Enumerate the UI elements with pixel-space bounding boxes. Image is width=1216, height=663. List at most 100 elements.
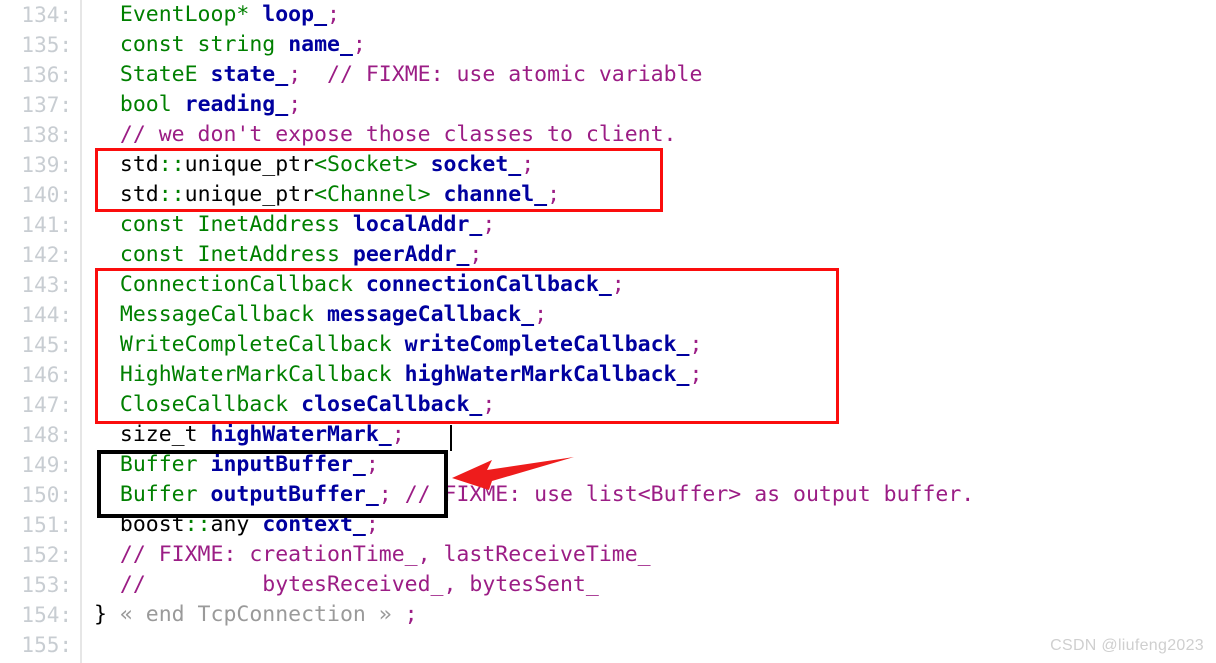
code-token: HighWaterMarkCallback — [119, 362, 392, 387]
code-token: const InetAddress — [119, 212, 340, 237]
watermark: CSDN @liufeng2023 — [1050, 637, 1204, 654]
code-token: ; — [327, 2, 340, 27]
code-token: ; — [521, 152, 535, 177]
code-token: :: — [158, 152, 185, 177]
line-number: 144: — [21, 303, 72, 327]
code-token: :: — [158, 182, 185, 207]
code-line[interactable]: WriteCompleteCallback writeCompleteCallb… — [84, 330, 1216, 360]
code-token: ; — [482, 212, 496, 237]
code-token: closeCallback_ — [301, 392, 483, 417]
code-token: inputBuffer_ — [210, 452, 366, 477]
code-token: state_ — [210, 62, 289, 87]
code-token: ; — [534, 302, 548, 327]
code-token: ; — [288, 92, 302, 117]
code-token: // FIXME: use list<Buffer> as output buf… — [404, 482, 975, 507]
code-line[interactable]: std::unique_ptr<Channel> channel_; — [84, 180, 1216, 210]
code-token: const string — [119, 32, 276, 57]
code-token: size_t — [119, 422, 198, 447]
code-token: socket_ — [430, 152, 522, 177]
line-number: 139: — [21, 153, 72, 177]
code-token: :: — [184, 512, 211, 537]
code-line[interactable]: CloseCallback closeCallback_; — [84, 390, 1216, 420]
line-number: 141: — [21, 213, 72, 237]
code-line[interactable]: const InetAddress peerAddr_; — [84, 240, 1216, 270]
code-token: <Socket> — [314, 152, 418, 177]
code-line[interactable]: const string name_; — [84, 30, 1216, 60]
code-token: unique_ptr — [184, 182, 315, 207]
line-number: 149: — [21, 453, 72, 477]
code-token: const InetAddress — [119, 242, 340, 267]
code-token: loop_ — [262, 2, 328, 27]
code-token: ; — [365, 452, 379, 477]
code-token: unique_ptr — [184, 152, 315, 177]
code-text-area[interactable]: EventLoop* loop_; const string name_; St… — [84, 0, 1216, 663]
code-token: connectionCallback_ — [365, 272, 612, 297]
code-token: localAddr_ — [352, 212, 483, 237]
code-line[interactable]: size_t highWaterMark_; — [84, 420, 1216, 450]
code-line[interactable]: boost::any context_; — [84, 510, 1216, 540]
code-token: name_ — [288, 32, 353, 57]
code-line[interactable]: // we don't expose those classes to clie… — [84, 120, 1216, 150]
code-token: ; — [611, 272, 625, 297]
line-number: 150: — [21, 483, 72, 507]
code-token: ; — [404, 602, 418, 627]
code-token: bool — [119, 92, 172, 117]
code-line[interactable]: MessageCallback messageCallback_; — [84, 300, 1216, 330]
code-line[interactable]: std::unique_ptr<Socket> socket_; — [84, 150, 1216, 180]
line-number: 134: — [21, 3, 72, 27]
code-line[interactable]: bool reading_; — [84, 90, 1216, 120]
code-token: outputBuffer_ — [210, 482, 379, 507]
code-token: ; — [378, 482, 392, 507]
line-number: 136: — [21, 63, 72, 87]
code-token: ; — [547, 182, 561, 207]
code-token: reading_ — [184, 92, 289, 117]
code-line[interactable]: // bytesReceived_, bytesSent_ — [84, 570, 1216, 600]
code-token: writeCompleteCallback_ — [404, 332, 690, 357]
line-number: 146: — [21, 363, 72, 387]
code-line[interactable]: const InetAddress localAddr_; — [84, 210, 1216, 240]
code-line[interactable]: Buffer inputBuffer_; — [84, 450, 1216, 480]
line-number-gutter: 134: 135: 136: 137: 138: 139: 140: 141: … — [0, 0, 82, 663]
code-line[interactable]: } « end TcpConnection » ; — [84, 600, 1216, 630]
code-line[interactable]: HighWaterMarkCallback highWaterMarkCallb… — [84, 360, 1216, 390]
code-line[interactable]: ConnectionCallback connectionCallback_; — [84, 270, 1216, 300]
code-line[interactable]: // FIXME: creationTime_, lastReceiveTime… — [84, 540, 1216, 570]
code-line[interactable] — [84, 630, 1216, 660]
line-number: 153: — [21, 573, 72, 597]
code-token: ; — [689, 332, 703, 357]
code-token: StateE — [119, 62, 198, 87]
code-token: ; — [689, 362, 703, 387]
line-number: 148: — [21, 423, 72, 447]
line-number: 151: — [21, 513, 72, 537]
code-token: Buffer — [119, 452, 198, 477]
code-line[interactable]: EventLoop* loop_; — [84, 0, 1216, 30]
code-line[interactable]: Buffer outputBuffer_; // FIXME: use list… — [84, 480, 1216, 510]
line-number: 145: — [21, 333, 72, 357]
code-token: « end TcpConnection » — [106, 602, 405, 627]
code-line[interactable]: StateE state_; // FIXME: use atomic vari… — [84, 60, 1216, 90]
